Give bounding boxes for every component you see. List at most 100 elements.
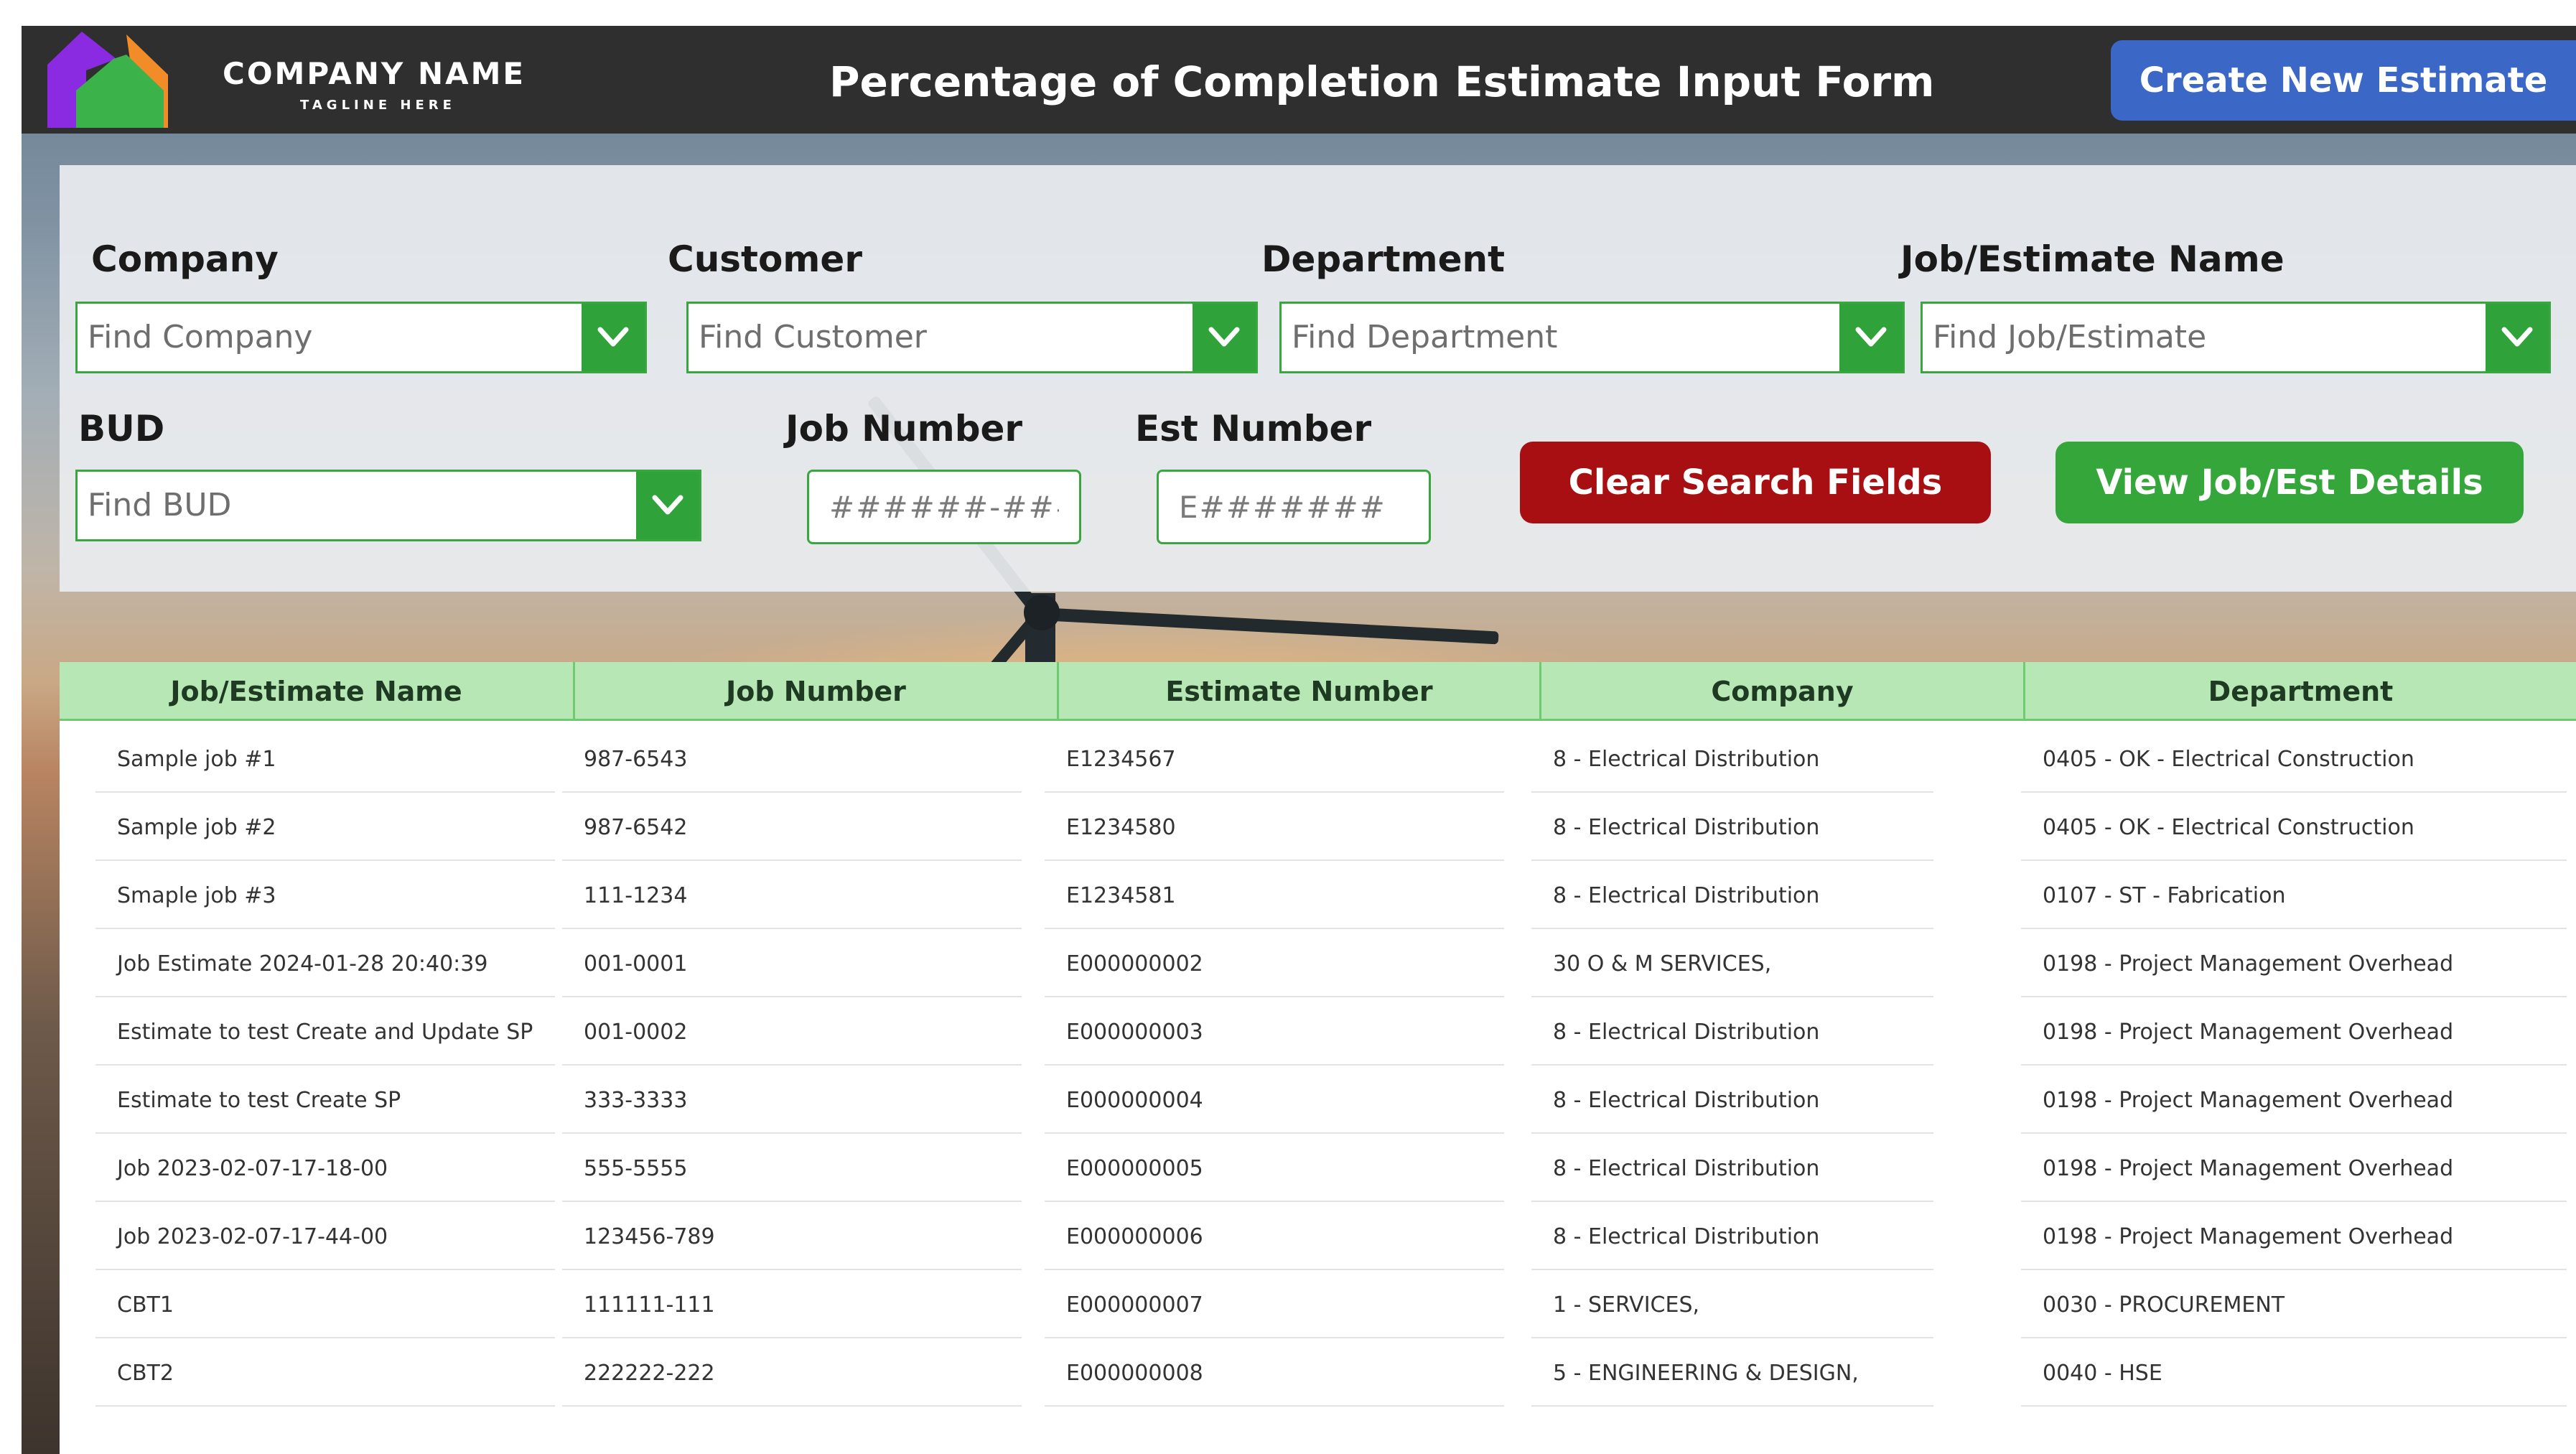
est-number-input[interactable] — [1157, 470, 1431, 544]
cell-department: 0030 - PROCUREMENT — [2021, 1272, 2567, 1338]
cell-department: 0107 - ST - Fabrication — [2021, 863, 2567, 929]
cell-department: 0040 - HSE — [2021, 1341, 2567, 1407]
cell-department: 0198 - Project Management Overhead — [2021, 999, 2567, 1066]
cell-estimate-number: E000000002 — [1045, 931, 1504, 997]
cell-estimate-number: E000000007 — [1045, 1272, 1504, 1338]
table-row[interactable]: Job 2023-02-07-17-18-00 555-5555 E000000… — [60, 1136, 2576, 1204]
cell-estimate-number: E1234581 — [1045, 863, 1504, 929]
cell-company: 8 - Electrical Distribution — [1531, 1136, 1933, 1202]
company-combobox-placeholder: Find Company — [88, 319, 313, 355]
cell-estimate-number: E000000005 — [1045, 1136, 1504, 1202]
cell-estimate-number: E000000008 — [1045, 1341, 1504, 1407]
cell-company: 8 - Electrical Distribution — [1531, 795, 1933, 861]
chevron-down-icon[interactable] — [636, 472, 699, 539]
bud-label: BUD — [78, 408, 165, 449]
cell-job-name: Sample job #1 — [95, 727, 555, 793]
app-window: COMPANY NAME TAGLINE HERE Percentage of … — [22, 26, 2576, 1454]
column-header-job-number[interactable]: Job Number — [575, 662, 1059, 721]
table-row[interactable]: Estimate to test Create SP 333-3333 E000… — [60, 1068, 2576, 1136]
chevron-down-icon[interactable] — [1193, 304, 1256, 371]
cell-job-number: 001-0002 — [562, 999, 1022, 1066]
department-combobox-placeholder: Find Department — [1292, 319, 1558, 355]
cell-job-number: 987-6543 — [562, 727, 1022, 793]
chevron-down-icon[interactable] — [1839, 304, 1903, 371]
cell-company: 8 - Electrical Distribution — [1531, 727, 1933, 793]
cell-job-name: Estimate to test Create SP — [95, 1068, 555, 1134]
view-job-est-details-button[interactable]: View Job/Est Details — [2055, 442, 2524, 523]
column-header-department[interactable]: Department — [2025, 662, 2576, 721]
company-combobox[interactable]: Find Company — [75, 302, 647, 373]
customer-label: Customer — [668, 238, 862, 280]
cell-job-number: 111111-111 — [562, 1272, 1022, 1338]
cell-department: 0198 - Project Management Overhead — [2021, 1204, 2567, 1270]
cell-department: 0405 - OK - Electrical Construction — [2021, 727, 2567, 793]
cell-estimate-number: E1234567 — [1045, 727, 1504, 793]
cell-job-number: 001-0001 — [562, 931, 1022, 997]
chevron-down-icon[interactable] — [2486, 304, 2549, 371]
customer-combobox-placeholder: Find Customer — [699, 319, 927, 355]
cell-company: 8 - Electrical Distribution — [1531, 1204, 1933, 1270]
cell-job-name: Job 2023-02-07-17-44-00 — [95, 1204, 555, 1270]
cell-job-number: 987-6542 — [562, 795, 1022, 861]
cell-job-name: Smaple job #3 — [95, 863, 555, 929]
department-label: Department — [1261, 238, 1506, 280]
cell-estimate-number: E1234580 — [1045, 795, 1504, 861]
column-header-estimate-number[interactable]: Estimate Number — [1059, 662, 1541, 721]
job-estimate-combobox[interactable]: Find Job/Estimate — [1921, 302, 2551, 373]
cell-department: 0198 - Project Management Overhead — [2021, 1068, 2567, 1134]
page-title: Percentage of Completion Estimate Input … — [829, 57, 1935, 106]
cell-estimate-number: E000000004 — [1045, 1068, 1504, 1134]
results-table: Job/Estimate Name Job Number Estimate Nu… — [60, 662, 2576, 1454]
cell-company: 5 - ENGINEERING & DESIGN, — [1531, 1341, 1933, 1407]
company-tagline: TAGLINE HERE — [300, 98, 456, 113]
cell-department: 0198 - Project Management Overhead — [2021, 931, 2567, 997]
table-row[interactable]: CBT2 222222-222 E000000008 5 - ENGINEERI… — [60, 1341, 2576, 1409]
cell-job-name: Estimate to test Create and Update SP — [95, 999, 555, 1066]
cell-department: 0198 - Project Management Overhead — [2021, 1136, 2567, 1202]
cell-job-number: 111-1234 — [562, 863, 1022, 929]
table-row[interactable]: CBT1 111111-111 E000000007 1 - SERVICES,… — [60, 1272, 2576, 1341]
column-header-company[interactable]: Company — [1541, 662, 2025, 721]
company-name: COMPANY NAME — [223, 56, 526, 91]
column-header-job-estimate-name[interactable]: Job/Estimate Name — [60, 662, 575, 721]
est-number-label: Est Number — [1135, 408, 1372, 449]
table-row[interactable]: Job Estimate 2024-01-28 20:40:39 001-000… — [60, 931, 2576, 999]
cell-job-name: CBT2 — [95, 1341, 555, 1407]
cell-job-number: 123456-789 — [562, 1204, 1022, 1270]
cell-job-name: Job 2023-02-07-17-18-00 — [95, 1136, 555, 1202]
cell-estimate-number: E000000003 — [1045, 999, 1504, 1066]
job-number-label: Job Number — [785, 408, 1023, 449]
job-estimate-name-label: Job/Estimate Name — [1900, 238, 2285, 280]
cell-job-number: 222222-222 — [562, 1341, 1022, 1407]
job-number-input[interactable] — [807, 470, 1081, 544]
bud-combobox[interactable]: Find BUD — [75, 470, 701, 541]
cell-company: 30 O & M SERVICES, — [1531, 931, 1933, 997]
table-row[interactable]: Sample job #1 987-6543 E1234567 8 - Elec… — [60, 727, 2576, 795]
header-bar: COMPANY NAME TAGLINE HERE Percentage of … — [22, 26, 2576, 134]
cell-company: 8 - Electrical Distribution — [1531, 863, 1933, 929]
job-estimate-combobox-placeholder: Find Job/Estimate — [1933, 319, 2207, 355]
table-row[interactable]: Sample job #2 987-6542 E1234580 8 - Elec… — [60, 795, 2576, 863]
cell-job-name: Sample job #2 — [95, 795, 555, 861]
table-row[interactable]: Job 2023-02-07-17-44-00 123456-789 E0000… — [60, 1204, 2576, 1272]
cell-estimate-number: E000000006 — [1045, 1204, 1504, 1270]
cell-job-number: 333-3333 — [562, 1068, 1022, 1134]
cell-department: 0405 - OK - Electrical Construction — [2021, 795, 2567, 861]
cell-company: 8 - Electrical Distribution — [1531, 1068, 1933, 1134]
customer-combobox[interactable]: Find Customer — [686, 302, 1258, 373]
table-row[interactable]: Smaple job #3 111-1234 E1234581 8 - Elec… — [60, 863, 2576, 931]
department-combobox[interactable]: Find Department — [1279, 302, 1905, 373]
cell-company: 1 - SERVICES, — [1531, 1272, 1933, 1338]
cell-job-name: CBT1 — [95, 1272, 555, 1338]
table-row[interactable]: Estimate to test Create and Update SP 00… — [60, 999, 2576, 1068]
cell-job-name: Job Estimate 2024-01-28 20:40:39 — [95, 931, 555, 997]
cell-company: 8 - Electrical Distribution — [1531, 999, 1933, 1066]
create-new-estimate-button[interactable]: Create New Estimate — [2111, 40, 2576, 121]
chevron-down-icon[interactable] — [582, 304, 645, 371]
table-header-row: Job/Estimate Name Job Number Estimate Nu… — [60, 662, 2576, 721]
company-label: Company — [91, 238, 279, 280]
bud-combobox-placeholder: Find BUD — [88, 487, 232, 523]
search-panel: Company Customer Department Job/Estimate… — [60, 165, 2576, 592]
cell-job-number: 555-5555 — [562, 1136, 1022, 1202]
clear-search-fields-button[interactable]: Clear Search Fields — [1520, 442, 1991, 523]
